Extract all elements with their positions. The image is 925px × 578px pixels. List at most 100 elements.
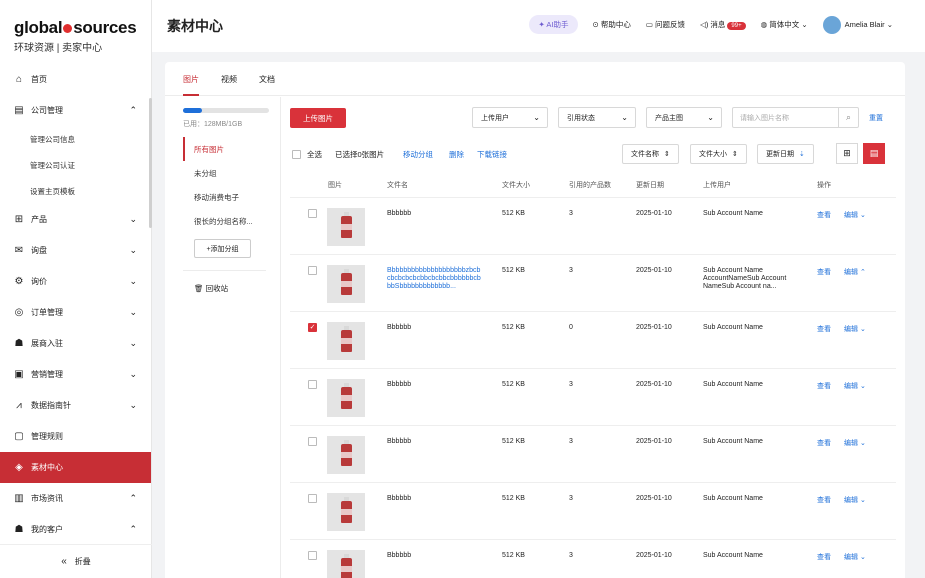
view-button[interactable]: 查看 bbox=[817, 267, 831, 277]
storage-usage-text: 已用：128MB/1GB bbox=[183, 121, 243, 128]
edit-dropdown-button[interactable]: 编辑 ⌄ bbox=[844, 552, 866, 562]
view-button[interactable]: 查看 bbox=[817, 438, 831, 448]
view-button[interactable]: 查看 bbox=[817, 324, 831, 334]
download-link-button[interactable]: 下载链接 bbox=[477, 149, 507, 160]
tab-documents[interactable]: 文档 bbox=[259, 74, 275, 96]
ai-assistant-button[interactable]: ✦ AI助手 bbox=[529, 15, 578, 34]
recycle-bin-label: 回收站 bbox=[205, 284, 229, 293]
row-checkbox[interactable] bbox=[308, 209, 317, 218]
add-folder-button[interactable]: +添加分组 bbox=[194, 239, 251, 258]
select-all-checkbox[interactable]: 全选 bbox=[292, 149, 322, 160]
sort-by-size[interactable]: 文件大小 ⇕ bbox=[690, 144, 747, 164]
sort-by-name[interactable]: 文件名称 ⇕ bbox=[622, 144, 679, 164]
table-row: Bbbbbbbbbbbbbbbbbbbbzbcbcbcbcbcbcbbcbcbb… bbox=[290, 254, 896, 311]
sidebar-item-6[interactable]: ☗ 展商入驻 ⌄ bbox=[0, 328, 151, 359]
tab-images[interactable]: 图片 bbox=[183, 74, 199, 96]
product-image-select[interactable]: 产品主图 ⌄ bbox=[646, 107, 722, 128]
sidebar-item-2[interactable]: ⊞ 产品 ⌄ bbox=[0, 204, 151, 235]
chevron-icon: ⌄ bbox=[129, 307, 137, 317]
image-name-search-input[interactable]: 请输入图片名称 ⌕ bbox=[732, 107, 859, 128]
row-checkbox[interactable]: ✓ bbox=[308, 323, 317, 332]
row-checkbox[interactable] bbox=[308, 380, 317, 389]
sidebar-item-1[interactable]: ▤ 公司管理 ⌃ bbox=[0, 95, 151, 126]
bottle-image bbox=[340, 326, 352, 352]
ref-count: 0 bbox=[569, 324, 573, 331]
row-checkbox[interactable] bbox=[308, 266, 317, 275]
uploader-select[interactable]: 上传用户 ⌄ bbox=[472, 107, 548, 128]
folder-ungrouped[interactable]: 未分组 bbox=[165, 161, 280, 185]
sidebar-item-8[interactable]: ⩘ 数据指南针 ⌄ bbox=[0, 390, 151, 421]
sidebar-item-3[interactable]: ✉ 询盘 ⌄ bbox=[0, 235, 151, 266]
file-name[interactable]: Bbbbbbbbbbbbbbbbbbbbzbcbcbcbcbcbcbbcbcbb… bbox=[387, 267, 483, 291]
sidebar-subitem-2[interactable]: 设置主页模板 bbox=[0, 178, 151, 204]
col-actions: 操作 bbox=[817, 182, 831, 189]
folder-long-name[interactable]: 很长的分组名称... bbox=[165, 209, 280, 233]
view-button[interactable]: 查看 bbox=[817, 210, 831, 220]
company-icon: ▤ bbox=[14, 104, 24, 116]
sort-by-date[interactable]: 更新日期 ⇣ bbox=[757, 144, 814, 164]
user-menu[interactable]: Amelia Blair ⌄ bbox=[822, 15, 893, 34]
row-checkbox[interactable] bbox=[308, 551, 317, 560]
sidebar-scrollbar[interactable] bbox=[149, 98, 152, 228]
edit-dropdown-button[interactable]: 编辑 ⌄ bbox=[844, 324, 866, 334]
sidebar-item-4[interactable]: ⚙ 询价 ⌄ bbox=[0, 266, 151, 297]
image-thumbnail[interactable] bbox=[327, 208, 365, 246]
sort-date-label: 更新日期 bbox=[766, 151, 794, 158]
sidebar-nav: ⌂ 首页 ▤ 公司管理 ⌃ 管理公司信息 管理公司认证 设置主页模板 ⊞ 产品 ⌄ ✉ 询… bbox=[0, 64, 151, 545]
help-center-link[interactable]: ⊙ 帮助中心 bbox=[593, 19, 631, 30]
brand-name-part1: global bbox=[14, 18, 63, 37]
search-icon[interactable]: ⌕ bbox=[838, 108, 858, 127]
list-view-button[interactable]: ▤ bbox=[863, 143, 885, 164]
brand-logo[interactable]: global sources 环球资源 | 卖家中心 bbox=[0, 0, 151, 64]
file-size: 512 KB bbox=[502, 438, 525, 445]
move-group-button[interactable]: 移动分组 bbox=[403, 149, 433, 160]
sidebar-subitem-1[interactable]: 管理公司认证 bbox=[0, 152, 151, 178]
sidebar-item-label: 市场资讯 bbox=[31, 494, 63, 503]
language-select[interactable]: ◍ 简体中文 ⌄ bbox=[761, 19, 808, 30]
language-label: 简体中文 bbox=[769, 20, 800, 29]
collapse-sidebar-button[interactable]: « 折叠 bbox=[0, 544, 152, 578]
edit-dropdown-button[interactable]: 编辑 ⌃ bbox=[844, 267, 866, 277]
reference-status-select[interactable]: 引用状态 ⌄ bbox=[558, 107, 636, 128]
view-button[interactable]: 查看 bbox=[817, 495, 831, 505]
edit-dropdown-button[interactable]: 编辑 ⌄ bbox=[844, 210, 866, 220]
view-button[interactable]: 查看 bbox=[817, 381, 831, 391]
grid-view-button[interactable]: ⊞ bbox=[836, 143, 858, 164]
edit-dropdown-button[interactable]: 编辑 ⌄ bbox=[844, 381, 866, 391]
update-date: 2025-01-10 bbox=[636, 324, 672, 331]
image-thumbnail[interactable] bbox=[327, 322, 365, 360]
sidebar-item-0[interactable]: ⌂ 首页 bbox=[0, 64, 151, 95]
home-icon: ⌂ bbox=[15, 73, 23, 85]
sidebar-item-5[interactable]: ◎ 订单管理 ⌄ bbox=[0, 297, 151, 328]
view-button[interactable]: 查看 bbox=[817, 552, 831, 562]
upload-image-button[interactable]: 上传图片 bbox=[290, 108, 346, 128]
recycle-bin-link[interactable]: 🗑 回收站 bbox=[194, 283, 280, 294]
image-thumbnail[interactable] bbox=[327, 265, 365, 303]
messages-link[interactable]: ◁) 消息 99+ bbox=[700, 19, 746, 30]
sidebar-item-9[interactable]: ▢ 管理规则 bbox=[0, 421, 151, 452]
tab-videos[interactable]: 视频 bbox=[221, 74, 237, 96]
feedback-link[interactable]: ▭ 问题反馈 bbox=[646, 19, 685, 30]
reset-button[interactable]: 重置 bbox=[869, 113, 883, 123]
sidebar: global sources 环球资源 | 卖家中心 ⌂ 首页 ▤ 公司管理 ⌃ 管… bbox=[0, 0, 152, 578]
row-checkbox[interactable] bbox=[308, 494, 317, 503]
folder-all-images[interactable]: 所有图片 bbox=[183, 137, 280, 161]
file-name: Bbbbbb bbox=[387, 495, 412, 502]
uploader-name: Sub Account Name bbox=[703, 438, 763, 445]
image-thumbnail[interactable] bbox=[327, 379, 365, 417]
sidebar-item-11[interactable]: ▥ 市场资讯 ⌃ bbox=[0, 483, 151, 514]
sidebar-item-10[interactable]: ◈ 素材中心 bbox=[0, 452, 151, 483]
image-thumbnail[interactable] bbox=[327, 493, 365, 531]
edit-dropdown-button[interactable]: 编辑 ⌄ bbox=[844, 495, 866, 505]
sidebar-subitem-0[interactable]: 管理公司信息 bbox=[0, 126, 151, 152]
image-thumbnail[interactable] bbox=[327, 436, 365, 474]
delete-button[interactable]: 删除 bbox=[449, 149, 464, 160]
sidebar-item-7[interactable]: ▣ 营销管理 ⌄ bbox=[0, 359, 151, 390]
edit-dropdown-button[interactable]: 编辑 ⌄ bbox=[844, 438, 866, 448]
image-thumbnail[interactable] bbox=[327, 550, 365, 578]
folder-mobile-electronics[interactable]: 移动消费电子 bbox=[165, 185, 280, 209]
sidebar-item-12[interactable]: ☗ 我的客户 ⌃ bbox=[0, 514, 151, 545]
sidebar-item-label: 首页 bbox=[31, 75, 47, 84]
row-checkbox[interactable] bbox=[308, 437, 317, 446]
list-icon: ▤ bbox=[869, 148, 879, 158]
